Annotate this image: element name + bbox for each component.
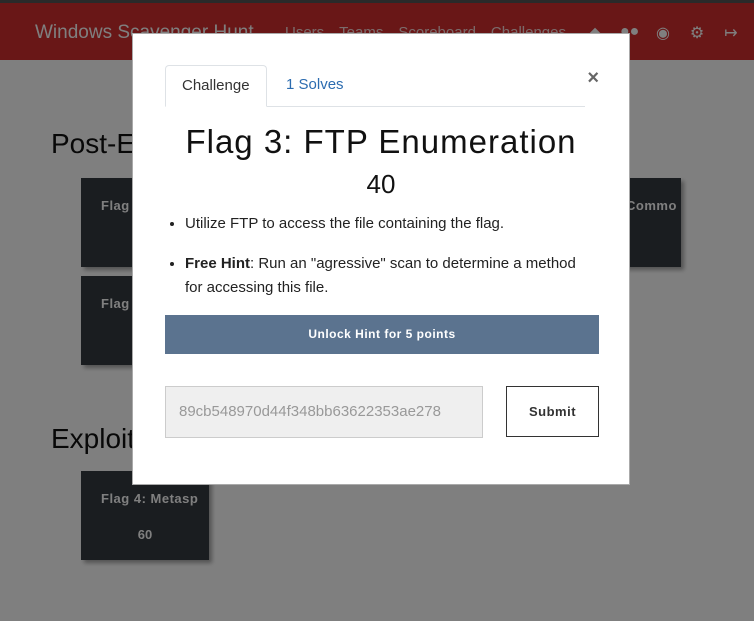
tab-solves[interactable]: 1 Solves [270,65,360,107]
flag-input[interactable]: 89cb548970d44f348bb63622353ae278 [165,386,483,438]
modal-tabs: Challenge 1 Solves [165,65,585,107]
close-icon[interactable]: × [587,67,599,90]
challenge-title: Flag 3: FTP Enumeration [185,123,577,160]
challenge-value: 40 [366,169,396,199]
description-item: Utilize FTP to access the file containin… [185,212,585,236]
submit-button[interactable]: Submit [506,386,599,437]
description-item: Free Hint: Run an "agressive" scan to de… [185,252,585,300]
unlock-hint-button[interactable]: Unlock Hint for 5 points [165,315,599,354]
challenge-modal: Challenge 1 Solves × Flag 3: FTP Enumera… [132,33,630,485]
challenge-description: Utilize FTP to access the file containin… [185,212,585,316]
free-hint-label: Free Hint [185,255,251,272]
tab-challenge[interactable]: Challenge [165,65,267,107]
